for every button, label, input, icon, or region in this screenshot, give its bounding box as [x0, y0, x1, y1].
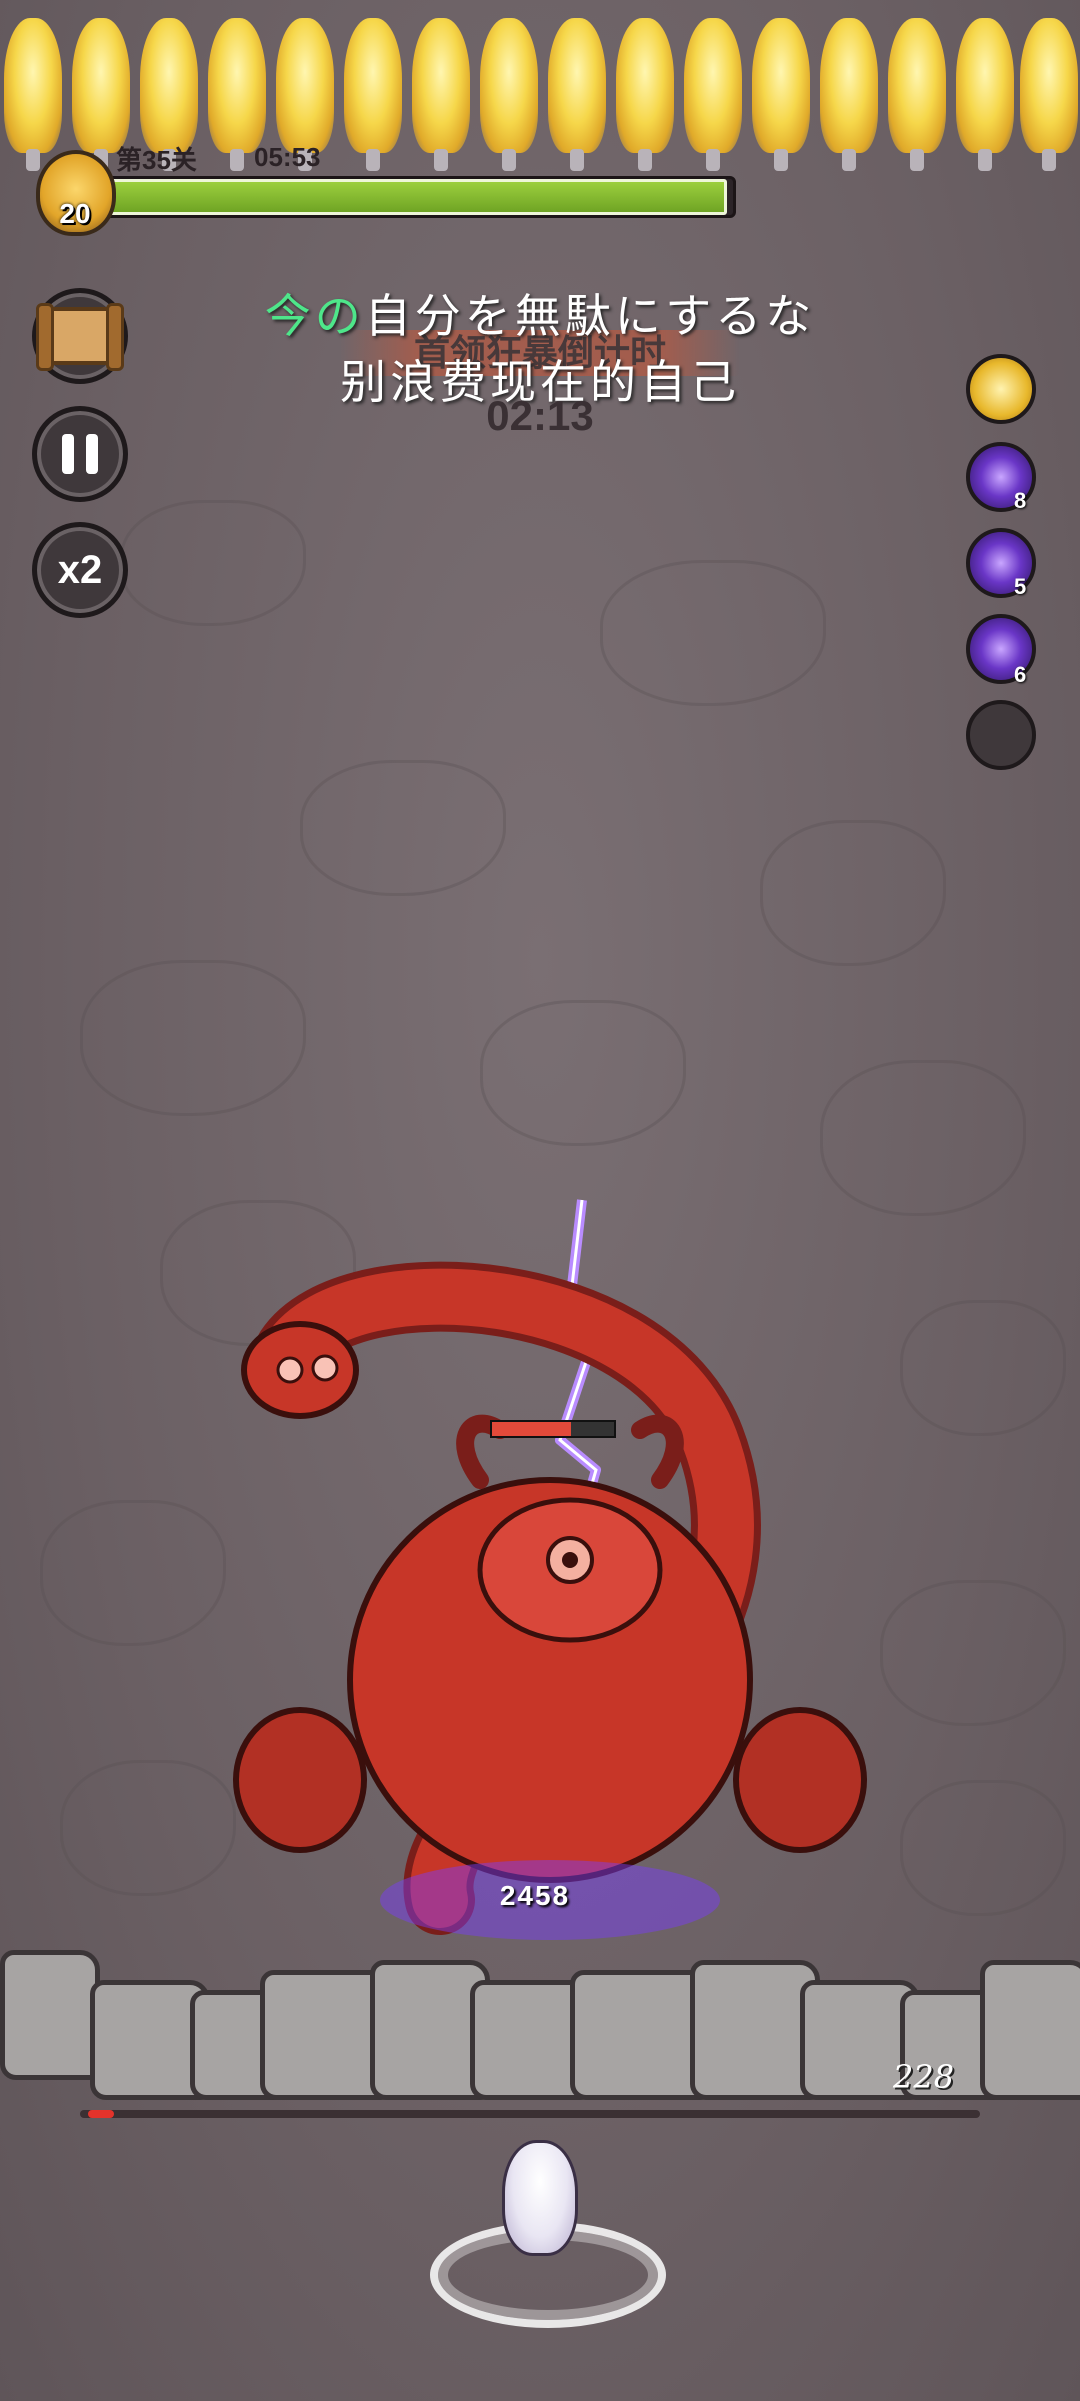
lightning-spirit-icon — [208, 18, 266, 171]
elapsed-time: 05:53 — [254, 142, 321, 172]
skill-count: 6 — [1014, 662, 1027, 687]
lightning-spirit-icon — [616, 18, 674, 171]
player-character[interactable] — [502, 2140, 578, 2256]
lightning-spirit-icon — [4, 18, 62, 171]
pause-icon — [62, 434, 98, 474]
player-hp-bar — [98, 176, 736, 218]
subtitle-accent: 今の — [264, 289, 365, 343]
empty-slot-icon[interactable] — [966, 700, 1036, 770]
subtitle-rest: 自分を無駄にするな — [364, 289, 816, 343]
skill-count: 8 — [1014, 488, 1027, 513]
red-serpent-boss — [233, 1199, 867, 1940]
wall-hp-value: 228 — [893, 2058, 955, 2096]
lightning-spirit-icon — [548, 18, 606, 171]
lightning-spirit-icon — [820, 18, 878, 171]
subtitle-japanese: 今の自分を無駄にするな — [0, 280, 1080, 346]
lightning-spirit-icon — [412, 18, 470, 171]
player-hp-fill — [101, 179, 727, 215]
lightning-spirit-icon — [480, 18, 538, 171]
damage-number: 2458 — [499, 1880, 571, 1911]
speed-label: x2 — [57, 547, 103, 592]
lightning-spirit-icon — [888, 18, 946, 171]
wall-hp-fill — [88, 2110, 114, 2118]
boss-hp-bar — [490, 1420, 616, 1438]
skill-count: 5 — [1014, 574, 1027, 599]
boss-hp-fill — [492, 1422, 572, 1436]
lightning-spirit-icon — [1020, 18, 1078, 171]
speed-button[interactable]: x2 — [32, 522, 128, 618]
boss-rage-countdown: 02:13 — [486, 392, 594, 439]
lightning-spirit-icon — [140, 18, 198, 171]
golden-wing-icon[interactable] — [966, 354, 1036, 424]
player-level-number: 20 — [59, 198, 91, 229]
lightning-spirit-icon — [684, 18, 742, 171]
lightning-spirit-icon — [276, 18, 334, 171]
stage-label: 第35关 — [116, 145, 197, 175]
lightning-spirit-icon — [72, 18, 130, 171]
lightning-spirit-icon — [752, 18, 810, 171]
lightning-spirit-icon — [344, 18, 402, 171]
wall-hp-bar — [80, 2110, 980, 2118]
lightning-spirit-icon — [956, 18, 1014, 171]
